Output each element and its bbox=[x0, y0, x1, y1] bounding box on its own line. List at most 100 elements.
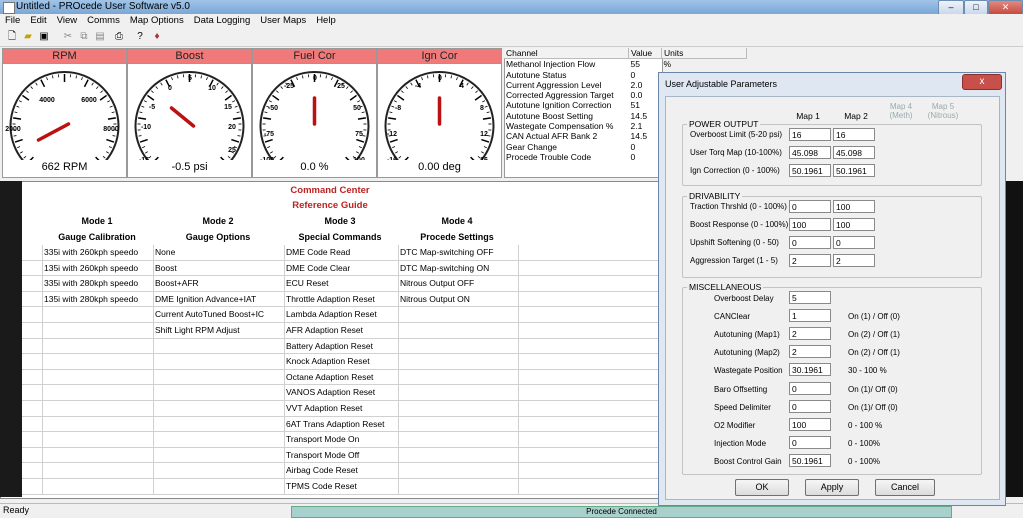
command-cell[interactable]: Transport Mode On bbox=[286, 434, 400, 444]
menu-user-maps[interactable]: User Maps bbox=[255, 14, 311, 28]
maximize-button[interactable]: □ bbox=[964, 0, 988, 15]
power-map2-input[interactable]: 16 bbox=[833, 128, 875, 141]
apply-button[interactable]: Apply bbox=[805, 479, 859, 496]
command-cell[interactable]: Throttle Adaption Reset bbox=[286, 294, 400, 304]
gauge-tick-label: -75 bbox=[264, 131, 274, 138]
menu-comms[interactable]: Comms bbox=[82, 14, 125, 28]
misc-value-input[interactable]: 100 bbox=[789, 418, 831, 431]
mode1-header: Mode 1 bbox=[42, 216, 152, 226]
command-cell[interactable]: ECU Reset bbox=[286, 278, 400, 288]
menu-help[interactable]: Help bbox=[311, 14, 341, 28]
col-units[interactable]: Units bbox=[662, 48, 747, 59]
command-cell[interactable]: Boost bbox=[155, 263, 286, 273]
context-help-icon[interactable]: ♦ bbox=[151, 31, 163, 43]
command-cell[interactable]: VVT Adaption Reset bbox=[286, 403, 400, 413]
menu-edit[interactable]: Edit bbox=[25, 14, 51, 28]
command-cell[interactable]: Shift Light RPM Adjust bbox=[155, 325, 286, 335]
mode4-header: Mode 4 bbox=[398, 216, 516, 226]
command-cell[interactable]: 335i with 280kph speedo bbox=[44, 278, 155, 288]
misc-value-input[interactable]: 50.1961 bbox=[789, 454, 831, 467]
command-cell[interactable]: 335i with 260kph speedo bbox=[44, 247, 155, 257]
channel-row[interactable]: Methanol Injection Flow55% bbox=[504, 59, 747, 70]
menu-file[interactable]: File bbox=[0, 14, 25, 28]
menu-bar: FileEditViewCommsMap OptionsData Logging… bbox=[0, 14, 1023, 28]
dialog-title: User Adjustable Parameters bbox=[665, 79, 777, 89]
menu-map-options[interactable]: Map Options bbox=[125, 14, 189, 28]
copy-icon[interactable]: ⧉ bbox=[78, 31, 90, 43]
gauge-tick-label: 15 bbox=[224, 104, 232, 111]
command-cell[interactable]: Current AutoTuned Boost+IC bbox=[155, 309, 286, 319]
command-cell[interactable]: TPMS Code Reset bbox=[286, 481, 400, 491]
misc-value-input[interactable]: 0 bbox=[789, 436, 831, 449]
command-cell[interactable]: DME Ignition Advance+IAT bbox=[155, 294, 286, 304]
ok-button[interactable]: OK bbox=[735, 479, 789, 496]
drivability-map1-input[interactable]: 0 bbox=[789, 200, 831, 213]
menu-data-logging[interactable]: Data Logging bbox=[189, 14, 256, 28]
command-cell[interactable]: VANOS Adaption Reset bbox=[286, 387, 400, 397]
row-divider bbox=[22, 291, 658, 292]
drivability-map2-input[interactable]: 100 bbox=[833, 200, 875, 213]
command-cell[interactable]: DME Code Read bbox=[286, 247, 400, 257]
command-cell[interactable]: Knock Adaption Reset bbox=[286, 356, 400, 366]
command-cell[interactable]: Airbag Code Reset bbox=[286, 465, 400, 475]
col-channel[interactable]: Channel bbox=[504, 48, 629, 59]
command-cell[interactable]: Lambda Adaption Reset bbox=[286, 309, 400, 319]
menu-view[interactable]: View bbox=[52, 14, 82, 28]
misc-value-input[interactable]: 2 bbox=[789, 327, 831, 340]
power-map1-input[interactable]: 50.1961 bbox=[789, 164, 831, 177]
misc-value-input[interactable]: 30.1961 bbox=[789, 363, 831, 376]
command-cell[interactable]: Boost+AFR bbox=[155, 278, 286, 288]
row-divider bbox=[22, 462, 658, 463]
dialog-close-button[interactable]: x bbox=[962, 74, 1002, 90]
misc-value-input[interactable]: 5 bbox=[789, 291, 831, 304]
command-cell[interactable]: DTC Map-switching OFF bbox=[400, 247, 520, 257]
gauge-ign-cor: Ign Cor-404-88-1212-16160.00 deg bbox=[377, 48, 502, 178]
misc-value-input[interactable]: 0 bbox=[789, 400, 831, 413]
misc-value-input[interactable]: 2 bbox=[789, 345, 831, 358]
new-file-icon[interactable]: 🗋 bbox=[6, 31, 18, 43]
command-cell[interactable]: Octane Adaption Reset bbox=[286, 372, 400, 382]
gauge-tick-label: 100 bbox=[353, 157, 365, 160]
open-folder-icon[interactable]: ▰ bbox=[22, 31, 34, 43]
command-cell[interactable]: DME Code Clear bbox=[286, 263, 400, 273]
close-window-button[interactable]: ✕ bbox=[988, 0, 1023, 15]
misc-value-input[interactable]: 1 bbox=[789, 309, 831, 322]
row-divider bbox=[22, 275, 658, 276]
command-cell[interactable]: 135i with 280kph speedo bbox=[44, 294, 155, 304]
misc-field-label: Autotuning (Map2) bbox=[714, 348, 780, 357]
command-cell[interactable]: Transport Mode Off bbox=[286, 450, 400, 460]
drivability-map2-input[interactable]: 100 bbox=[833, 218, 875, 231]
command-cell[interactable]: Nitrous Output OFF bbox=[400, 278, 520, 288]
channel-name: Autotune Boost Setting bbox=[504, 111, 629, 121]
help-icon[interactable]: ? bbox=[134, 31, 146, 43]
gauge-title: Ign Cor bbox=[378, 49, 501, 64]
drivability-map1-input[interactable]: 2 bbox=[789, 254, 831, 267]
drivability-map1-input[interactable]: 0 bbox=[789, 236, 831, 249]
command-cell[interactable]: Nitrous Output ON bbox=[400, 294, 520, 304]
power-map2-input[interactable]: 45.098 bbox=[833, 146, 875, 159]
command-cell[interactable]: Battery Adaption Reset bbox=[286, 341, 400, 351]
power-map1-input[interactable]: 16 bbox=[789, 128, 831, 141]
power-map1-input[interactable]: 45.098 bbox=[789, 146, 831, 159]
command-cell[interactable]: None bbox=[155, 247, 286, 257]
command-cell[interactable]: DTC Map-switching ON bbox=[400, 263, 520, 273]
drivability-map1-input[interactable]: 100 bbox=[789, 218, 831, 231]
gauge-tick-label: 8000 bbox=[103, 126, 119, 133]
cancel-button[interactable]: Cancel bbox=[875, 479, 935, 496]
col-value[interactable]: Value bbox=[629, 48, 662, 59]
drivability-map2-input[interactable]: 0 bbox=[833, 236, 875, 249]
misc-value-input[interactable]: 0 bbox=[789, 382, 831, 395]
channel-name: Gear Change bbox=[504, 142, 629, 152]
gauge-tick-label: -100 bbox=[260, 157, 274, 160]
command-cell[interactable]: AFR Adaption Reset bbox=[286, 325, 400, 335]
cut-icon[interactable]: ✂ bbox=[62, 31, 74, 43]
power-map2-input[interactable]: 50.1961 bbox=[833, 164, 875, 177]
row-divider bbox=[22, 494, 658, 495]
print-icon[interactable]: ⎙ bbox=[113, 31, 125, 43]
drivability-map2-input[interactable]: 2 bbox=[833, 254, 875, 267]
paste-icon[interactable]: ▤ bbox=[94, 31, 106, 43]
command-cell[interactable]: 135i with 260kph speedo bbox=[44, 263, 155, 273]
command-cell[interactable]: 6AT Trans Adaption Reset bbox=[286, 419, 400, 429]
save-icon[interactable]: ▣ bbox=[38, 31, 50, 43]
minimize-button[interactable]: – bbox=[938, 0, 964, 15]
